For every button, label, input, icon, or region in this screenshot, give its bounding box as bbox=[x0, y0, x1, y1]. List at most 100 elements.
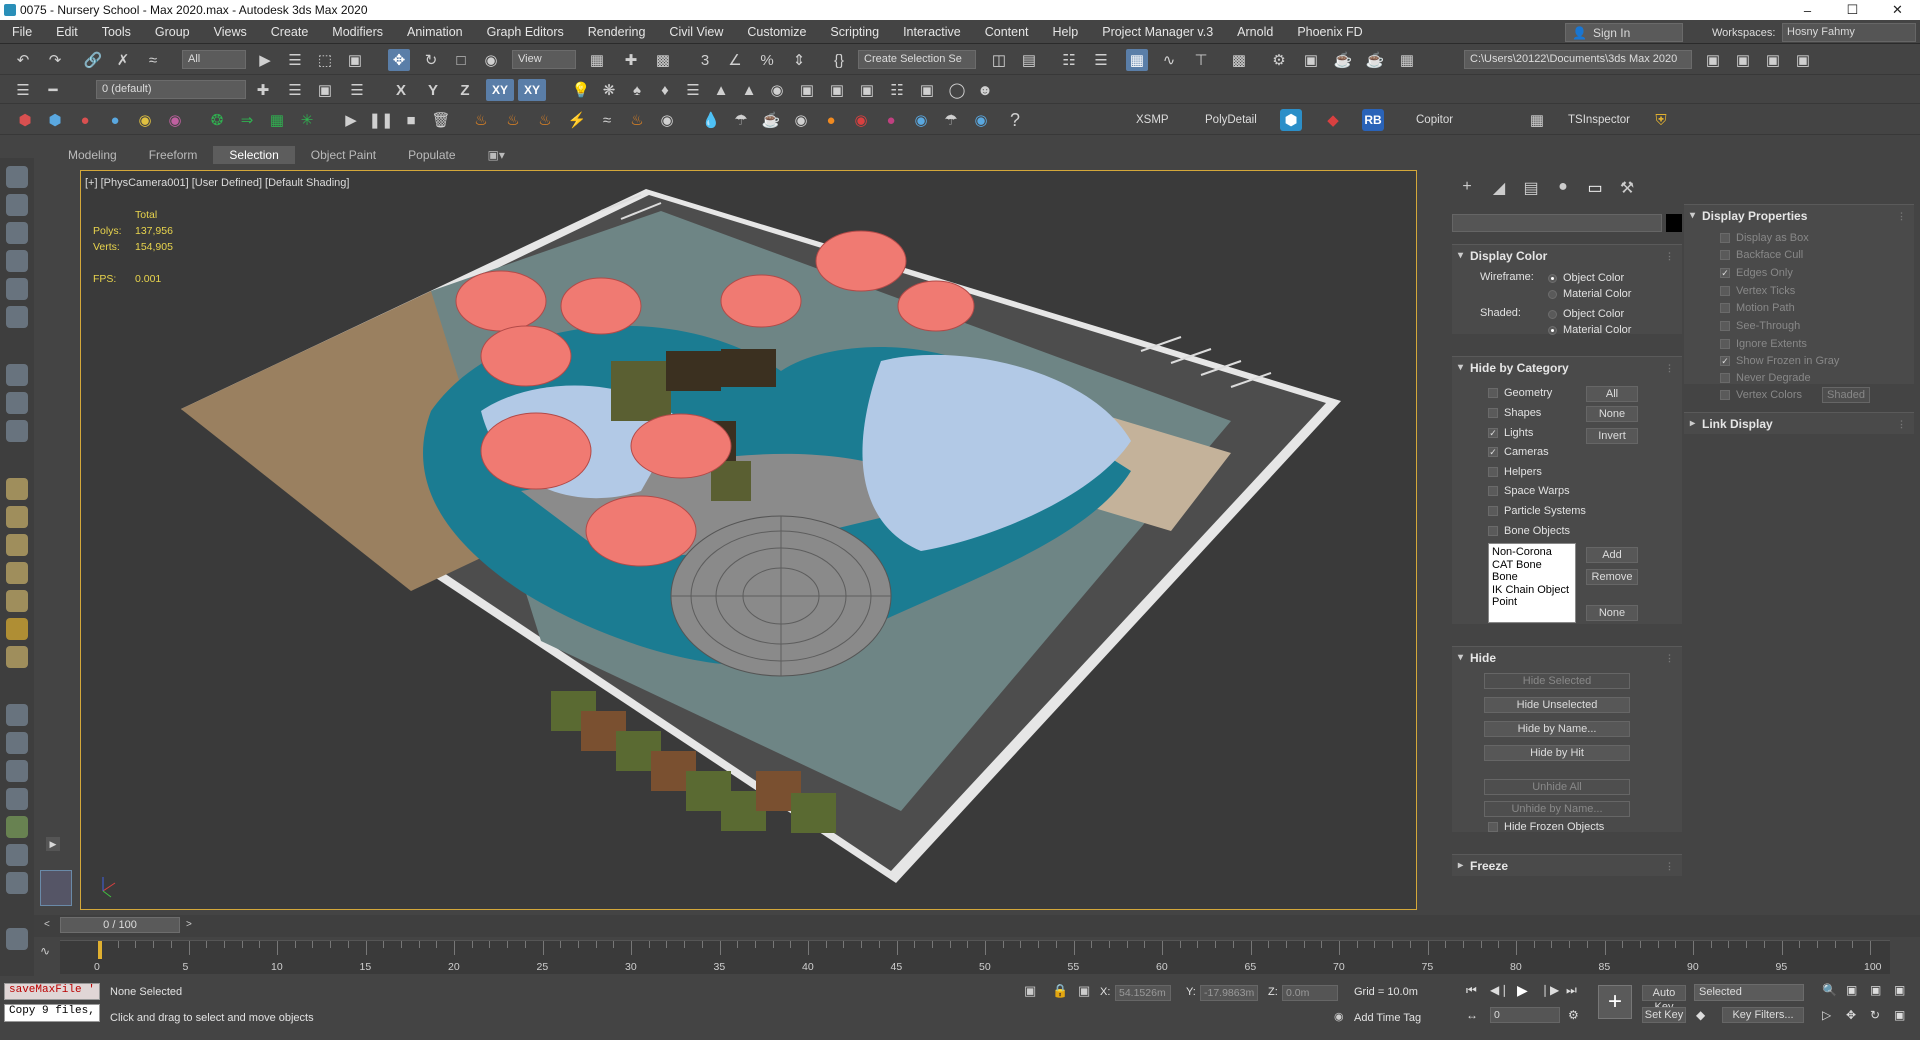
absolute-mode-icon[interactable]: ▣ bbox=[1078, 983, 1090, 999]
shield-plugin-icon[interactable]: ⛨ bbox=[1650, 109, 1672, 131]
bind-spacewarp-icon[interactable]: ≈ bbox=[142, 49, 164, 71]
undo-icon[interactable]: ↶ bbox=[12, 49, 34, 71]
ribbon-options-icon[interactable]: ▣▾ bbox=[472, 146, 521, 164]
safe-frame-icon[interactable]: ▣ bbox=[826, 79, 848, 101]
category-none-button[interactable]: None bbox=[1586, 406, 1638, 422]
viewport[interactable]: [+] [PhysCamera001] [User Defined] [Defa… bbox=[80, 170, 1417, 910]
close-button[interactable]: ✕ bbox=[1875, 2, 1920, 18]
viewport-layout-icon[interactable] bbox=[6, 928, 28, 950]
motion-tab-icon[interactable]: ● bbox=[1552, 178, 1574, 200]
create-cameras-icon[interactable] bbox=[6, 250, 28, 272]
phoenix-fire-icon[interactable]: ♨ bbox=[470, 109, 492, 131]
select-object-icon[interactable]: ▶ bbox=[254, 49, 276, 71]
unhide-by-name-button[interactable]: Unhide by Name... bbox=[1484, 801, 1630, 817]
tab-object-paint[interactable]: Object Paint bbox=[295, 146, 392, 164]
render-region-icon[interactable]: ▲ bbox=[710, 79, 732, 101]
angle-snap-icon[interactable]: ∠ bbox=[724, 49, 746, 71]
key-mode-icon[interactable]: ↔ bbox=[1466, 1008, 1478, 1022]
lock-icon[interactable]: 🔒 bbox=[1052, 983, 1068, 999]
help-icon[interactable]: ? bbox=[1004, 109, 1026, 131]
vertex-colors-shaded-button[interactable]: Shaded bbox=[1822, 387, 1870, 403]
isolate-icon[interactable]: ▣ bbox=[1024, 983, 1036, 999]
zoom-region-icon[interactable]: ▣ bbox=[1894, 983, 1905, 997]
zoom-all-icon[interactable]: ▣ bbox=[1846, 983, 1857, 997]
material-editor-icon[interactable]: ▩ bbox=[1228, 49, 1250, 71]
hide-cameras-checkbox[interactable]: ✓ Cameras bbox=[1488, 446, 1549, 458]
create-geometry-icon[interactable] bbox=[6, 166, 28, 188]
create-helpers-icon[interactable] bbox=[6, 278, 28, 300]
vertex-colors-checkbox[interactable]: Vertex Colors bbox=[1720, 389, 1802, 401]
display-properties-header[interactable]: Display Properties ⋮ bbox=[1684, 205, 1914, 227]
snaps-toggle-icon[interactable]: 3 bbox=[694, 49, 716, 71]
phoenix-smoke-icon[interactable]: ♨ bbox=[502, 109, 524, 131]
zoom-icon[interactable]: 🔍 bbox=[1822, 983, 1837, 997]
keyboard-shortcut-icon[interactable]: ▩ bbox=[652, 49, 674, 71]
expand-arrow-icon[interactable]: ▶ bbox=[46, 837, 60, 851]
hide-particles-checkbox[interactable]: Particle Systems bbox=[1488, 505, 1586, 517]
phoenix-splash-icon[interactable]: ☂ bbox=[730, 109, 752, 131]
phoenix-water-icon[interactable]: 💧 bbox=[700, 109, 722, 131]
pivot-center-icon[interactable]: ▦ bbox=[586, 49, 608, 71]
key-filter-icon[interactable]: ◆ bbox=[1696, 1008, 1705, 1022]
phoenix-vortex-icon[interactable]: ◉ bbox=[656, 109, 678, 131]
y-coord-field[interactable]: -17.9863m bbox=[1200, 985, 1258, 1001]
menu-group[interactable]: Group bbox=[143, 25, 202, 39]
plugin-box-icon[interactable]: ⬢ bbox=[44, 109, 66, 131]
phoenix-source-icon[interactable]: ♨ bbox=[534, 109, 556, 131]
go-to-end-icon[interactable]: ⏭ bbox=[1566, 983, 1577, 998]
polydetail-button[interactable]: PolyDetail bbox=[1205, 114, 1257, 126]
foliage-icon[interactable]: ♦ bbox=[654, 79, 676, 101]
redo-icon[interactable]: ↷ bbox=[44, 49, 66, 71]
light-lister-icon[interactable]: 💡 bbox=[570, 79, 592, 101]
phoenix-shore-icon[interactable]: ◉ bbox=[970, 109, 992, 131]
workspace-dropdown[interactable]: Hosny Fahmy bbox=[1782, 23, 1916, 42]
hide-frozen-checkbox[interactable]: Hide Frozen Objects bbox=[1488, 821, 1604, 833]
menu-scripting[interactable]: Scripting bbox=[818, 25, 891, 39]
z-coord-field[interactable]: 0.0m bbox=[1282, 985, 1338, 1001]
menu-edit[interactable]: Edit bbox=[44, 25, 90, 39]
rectangle-region-icon[interactable]: ⬚ bbox=[314, 49, 336, 71]
axis-xy-button[interactable]: XY bbox=[486, 79, 514, 101]
scene-explorer-icon[interactable]: ☷ bbox=[1058, 49, 1080, 71]
phoenix-bowl-icon[interactable]: ◉ bbox=[790, 109, 812, 131]
hierarchy-tab-icon[interactable]: ▤ bbox=[1520, 178, 1542, 200]
diamond-plugin-icon[interactable]: ◆ bbox=[1322, 109, 1344, 131]
dynamics-icon[interactable] bbox=[6, 732, 28, 754]
pause-icon[interactable]: ❚❚ bbox=[368, 109, 393, 131]
edges-only-checkbox[interactable]: ✓ Edges Only bbox=[1720, 267, 1793, 279]
tab-selection[interactable]: Selection bbox=[213, 146, 295, 164]
maximize-viewport-icon[interactable]: ▣ bbox=[1894, 1008, 1905, 1022]
project-folder-dropdown[interactable]: C:\Users\20122\Documents\3ds Max 2020 bbox=[1464, 50, 1692, 69]
box-icon[interactable] bbox=[6, 478, 28, 500]
maxscript-listener-output[interactable]: saveMaxFile ' bbox=[4, 983, 100, 1000]
set-key-big-button[interactable]: + bbox=[1598, 985, 1632, 1019]
grid-icon[interactable]: ☷ bbox=[886, 79, 908, 101]
viewport-config-icon[interactable]: ▣ bbox=[796, 79, 818, 101]
frame-icon[interactable]: ▣ bbox=[856, 79, 878, 101]
menu-rendering[interactable]: Rendering bbox=[576, 25, 658, 39]
tab-populate[interactable]: Populate bbox=[392, 146, 471, 164]
menu-content[interactable]: Content bbox=[973, 25, 1041, 39]
ribbon-toggle-icon[interactable]: ▦ bbox=[1126, 49, 1148, 71]
hide-spacewarps-checkbox[interactable]: Space Warps bbox=[1488, 485, 1570, 497]
render-setup-icon[interactable]: ⚙ bbox=[1268, 49, 1290, 71]
plugin-grid-icon[interactable]: ▦ bbox=[266, 109, 288, 131]
maximize-button[interactable]: ☐ bbox=[1830, 2, 1875, 18]
percent-snap-icon[interactable]: % bbox=[756, 49, 778, 71]
time-slider[interactable]: 0 / 100 bbox=[60, 917, 180, 933]
utilities-tab-icon[interactable]: ⚒ bbox=[1616, 178, 1638, 200]
select-manipulate-icon[interactable]: ✚ bbox=[620, 49, 642, 71]
plugin-ring-icon[interactable]: ◉ bbox=[164, 109, 186, 131]
select-by-name-icon[interactable]: ☰ bbox=[284, 49, 306, 71]
unhide-all-button[interactable]: Unhide All bbox=[1484, 779, 1630, 795]
layer-explorer-icon[interactable]: ☰ bbox=[1090, 49, 1112, 71]
vertex-ticks-checkbox[interactable]: Vertex Ticks bbox=[1720, 285, 1795, 297]
category-list-none-button[interactable]: None bbox=[1586, 605, 1638, 621]
xsmp-button[interactable]: XSMP bbox=[1136, 114, 1169, 126]
menu-animation[interactable]: Animation bbox=[395, 25, 475, 39]
category-list[interactable]: Non-Corona CAT Bone Bone IK Chain Object… bbox=[1488, 543, 1576, 623]
project-save-icon[interactable]: ▣ bbox=[1732, 49, 1754, 71]
tsinspector-icon[interactable]: ▦ bbox=[1526, 109, 1548, 131]
hide-by-category-header[interactable]: Hide by Category ⋮ bbox=[1452, 357, 1682, 379]
current-frame-field[interactable]: 0 bbox=[1490, 1007, 1560, 1023]
